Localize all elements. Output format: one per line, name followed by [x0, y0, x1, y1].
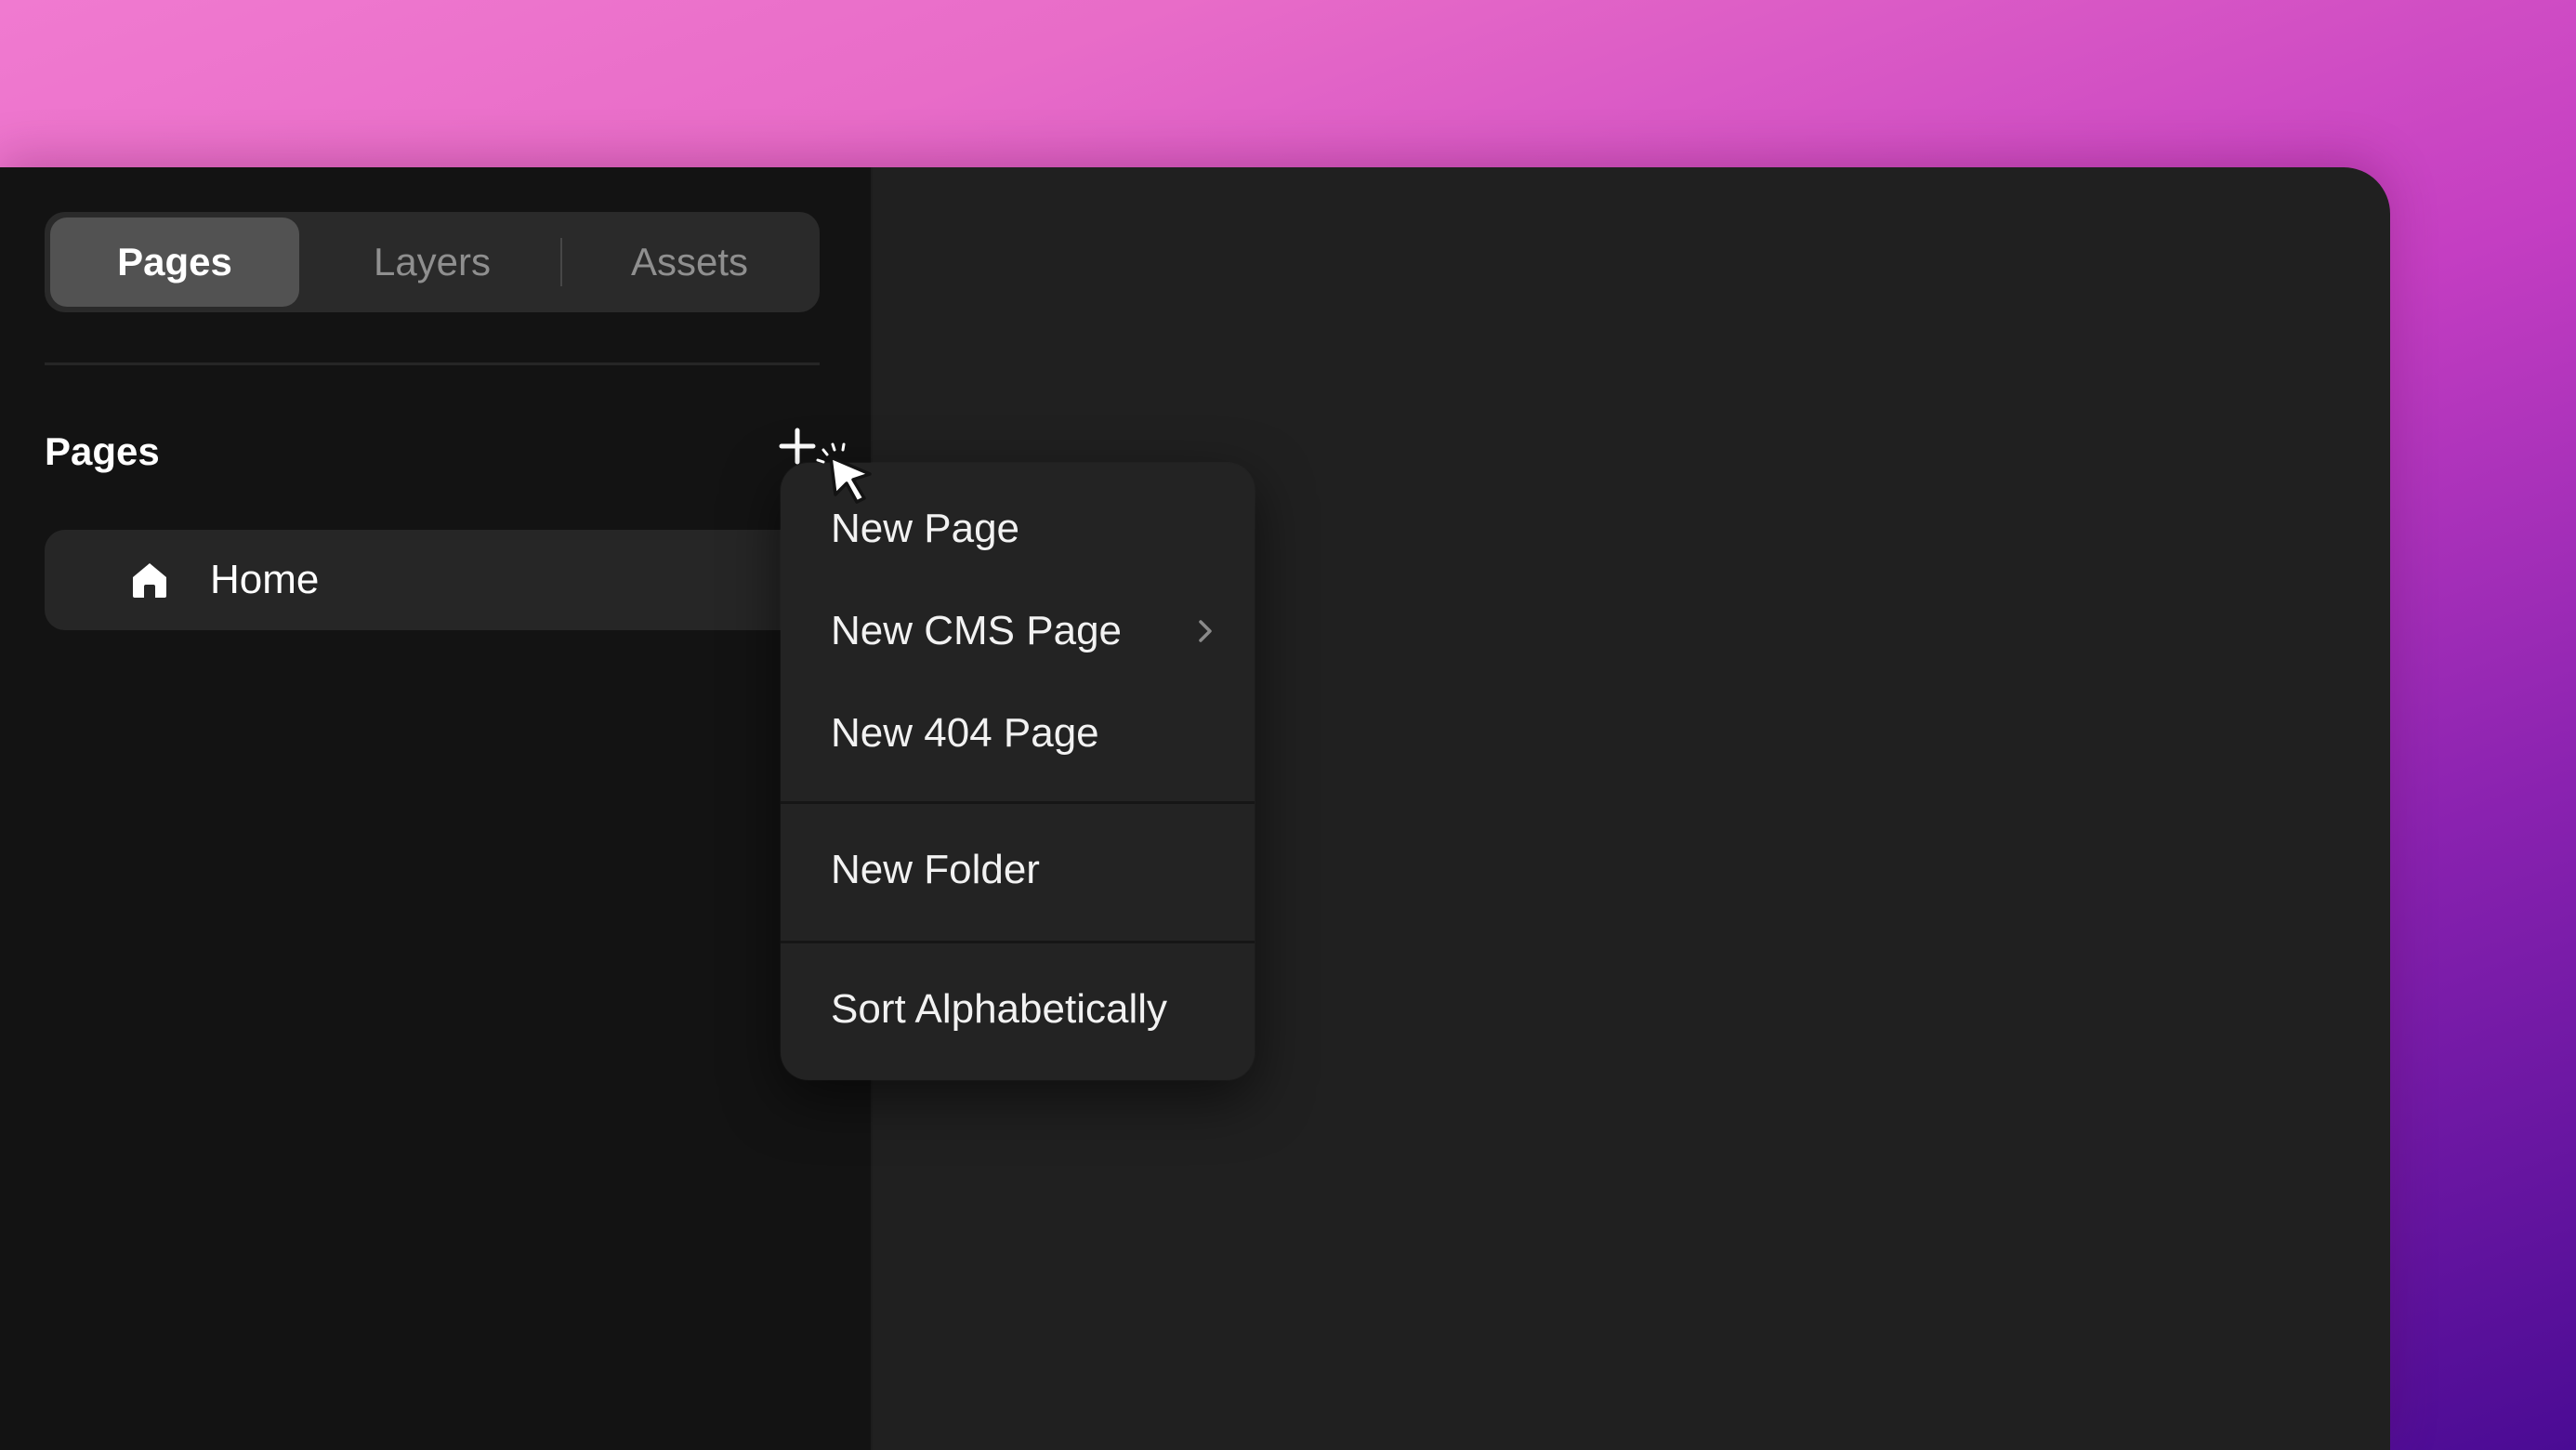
tab-pages[interactable]: Pages	[50, 218, 299, 307]
tab-assets[interactable]: Assets	[565, 218, 814, 307]
add-page-icon[interactable]	[779, 428, 816, 465]
menu-separator	[781, 801, 1255, 804]
menu-item-new-404-page[interactable]: New 404 Page	[781, 682, 1255, 784]
page-item-label: Home	[210, 557, 320, 602]
menu-item-sort-alphabetically[interactable]: Sort Alphabetically	[781, 958, 1255, 1061]
tab-separator	[560, 238, 562, 286]
pages-section-title: Pages	[45, 429, 160, 473]
menu-item-new-cms-page[interactable]: New CMS Page	[781, 580, 1255, 682]
page-item-home[interactable]: Home	[45, 530, 820, 630]
tab-layers[interactable]: Layers	[308, 218, 557, 307]
sidebar-tab-bar: Pages Layers Assets	[45, 212, 820, 312]
menu-separator	[781, 941, 1255, 943]
menu-item-label: New Page	[831, 506, 1020, 551]
menu-item-label: Sort Alphabetically	[831, 986, 1167, 1032]
menu-item-label: New 404 Page	[831, 710, 1099, 756]
chevron-right-icon	[1189, 615, 1221, 647]
menu-item-label: New CMS Page	[831, 608, 1123, 653]
sidebar-divider	[45, 362, 820, 365]
menu-item-new-page[interactable]: New Page	[781, 478, 1255, 580]
sidebar: Pages Layers Assets Pages Home	[0, 167, 873, 1450]
menu-item-new-folder[interactable]: New Folder	[781, 819, 1255, 921]
home-icon	[130, 560, 169, 600]
add-page-context-menu: New Page New CMS Page New 404 Page New F…	[781, 463, 1255, 1080]
menu-item-label: New Folder	[831, 847, 1040, 892]
